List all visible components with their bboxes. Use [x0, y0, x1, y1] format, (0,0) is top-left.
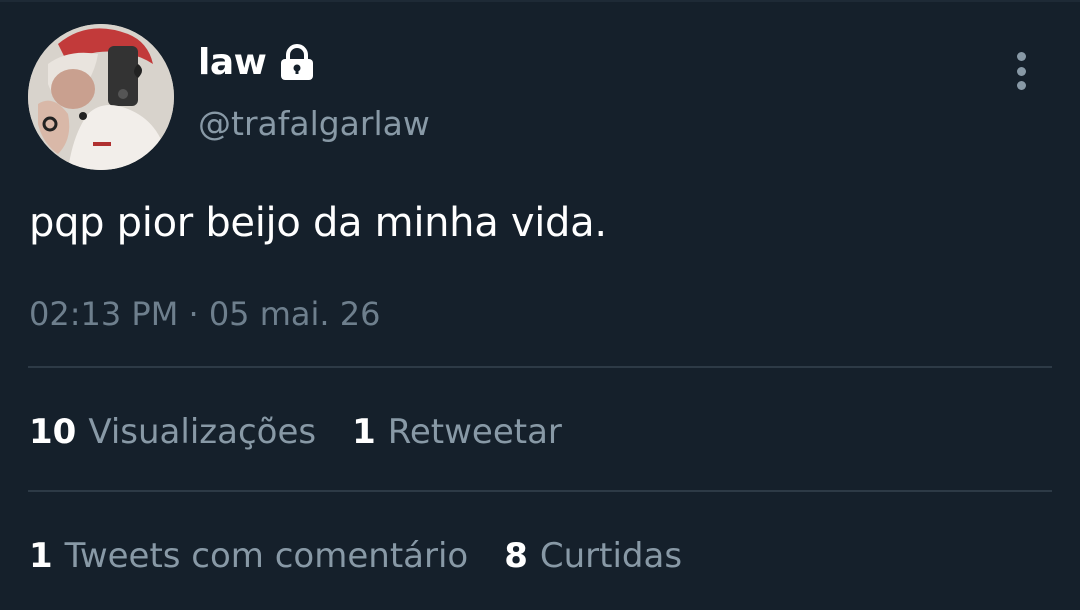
- tweet-text: pqp pior beijo da minha vida.: [29, 200, 607, 246]
- more-dot: [1016, 66, 1026, 76]
- views-stat[interactable]: 10 Visualizações: [29, 410, 316, 454]
- tweet-timestamp[interactable]: 02:13 PM · 05 mai. 26: [29, 292, 380, 336]
- more-dot: [1016, 52, 1026, 61]
- more-vertical-icon[interactable]: [1004, 48, 1038, 94]
- retweets-label: Retweetar: [387, 412, 562, 452]
- quotes-stat[interactable]: 1 Tweets com comentário: [29, 534, 468, 578]
- lock-icon: [278, 44, 316, 82]
- more-dot: [1016, 81, 1026, 90]
- top-border: [0, 0, 1080, 2]
- divider: [28, 366, 1052, 368]
- profile-photo-icon: [28, 24, 174, 170]
- quotes-label: Tweets com comentário: [64, 536, 469, 576]
- display-name[interactable]: law: [198, 40, 267, 86]
- divider: [28, 490, 1052, 492]
- views-label: Visualizações: [88, 412, 317, 452]
- likes-count: 8: [504, 536, 528, 576]
- likes-stat[interactable]: 8 Curtidas: [504, 534, 682, 578]
- quotes-count: 1: [29, 536, 53, 576]
- views-count: 10: [29, 412, 77, 452]
- retweets-stat[interactable]: 1 Retweetar: [352, 410, 562, 454]
- stats-row-1: 10 Visualizações 1 Retweetar: [29, 410, 562, 454]
- retweets-count: 1: [352, 412, 376, 452]
- stats-row-2: 1 Tweets com comentário 8 Curtidas: [29, 534, 682, 578]
- likes-label: Curtidas: [539, 536, 683, 576]
- display-name-row: law: [198, 40, 316, 86]
- avatar[interactable]: [28, 24, 174, 170]
- user-handle[interactable]: @trafalgarlaw: [198, 102, 430, 146]
